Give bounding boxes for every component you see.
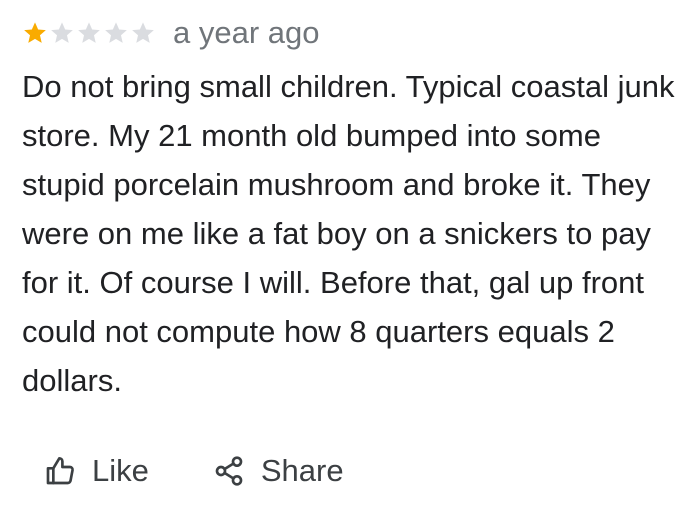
review-time: a year ago <box>173 15 320 50</box>
like-button[interactable]: Like <box>44 447 149 495</box>
thumbs-up-icon <box>46 457 74 485</box>
star-shape <box>132 22 154 43</box>
star-icon <box>132 22 154 43</box>
star-icon <box>24 22 46 43</box>
share-button[interactable]: Share <box>213 447 344 495</box>
star-shape <box>24 22 46 43</box>
share-icon <box>215 456 243 486</box>
like-label: Like <box>92 453 149 488</box>
review-text: Do not bring small children. Typical coa… <box>22 69 675 398</box>
review-card: a year ago Do not bring small children. … <box>22 12 692 405</box>
star-icon <box>78 22 100 43</box>
star-icon <box>105 22 127 43</box>
review-meta: a year ago <box>22 12 692 54</box>
star-shape <box>51 22 73 43</box>
star-shape <box>78 22 100 43</box>
star-rating <box>22 20 156 46</box>
review-actions: Like Share <box>44 447 344 495</box>
star-icon <box>51 22 73 43</box>
share-label: Share <box>260 453 344 488</box>
star-shape <box>105 22 127 43</box>
